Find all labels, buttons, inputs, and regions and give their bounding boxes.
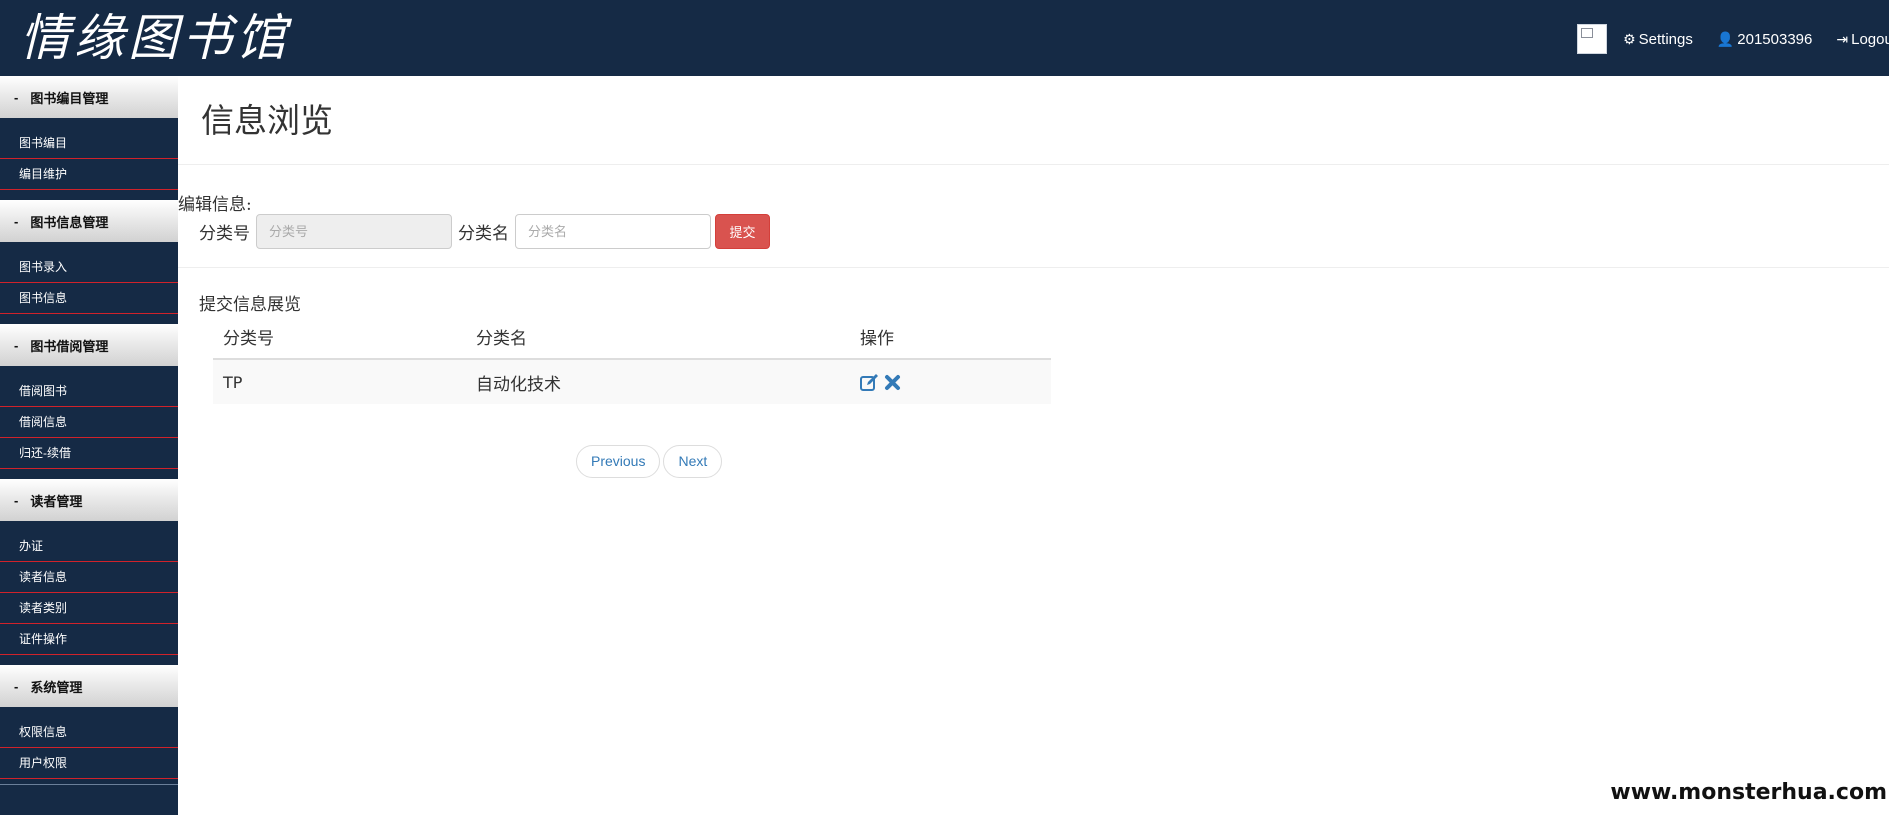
column-header-actions: 操作 xyxy=(850,314,1051,360)
code-input[interactable] xyxy=(256,213,452,249)
column-header-name: 分类名 xyxy=(466,314,850,360)
user-link[interactable]: 👤 201503396 xyxy=(1717,31,1813,48)
sidebar-item-reader-info[interactable]: 读者信息 xyxy=(0,562,178,593)
top-navbar: 情缘图书馆 ⚙ Settings 👤 201503396 ⇥ Logout xyxy=(0,0,1889,76)
sidebar-section-title: 读者管理 xyxy=(30,493,83,509)
sidebar-section-title: 图书信息管理 xyxy=(30,214,109,230)
sidebar-section-title: 系统管理 xyxy=(30,679,83,695)
sidebar: - 图书编目管理 图书编目 编目维护 - 图书信息管理 图书录入 图书信息 - … xyxy=(0,76,178,815)
user-label: 201503396 xyxy=(1737,30,1813,48)
sidebar-section-header[interactable]: - 系统管理 xyxy=(0,665,178,707)
sidebar-item-card-operation[interactable]: 证件操作 xyxy=(0,624,178,655)
edit-icon[interactable] xyxy=(860,373,879,392)
cell-code: TP xyxy=(213,359,466,404)
pagination: Previous Next xyxy=(576,445,725,478)
category-table: 分类号 分类名 操作 TP 自动化技术 xyxy=(213,314,1051,404)
sidebar-item-user-permission[interactable]: 用户权限 xyxy=(0,748,178,779)
gear-icon: ⚙ xyxy=(1623,30,1636,47)
logout-label: Logout xyxy=(1851,30,1889,48)
edit-section-label: 编辑信息: xyxy=(178,195,252,215)
collapse-icon: - xyxy=(14,89,19,105)
cell-actions xyxy=(850,359,1051,404)
sidebar-item-return-renew[interactable]: 归还-续借 xyxy=(0,438,178,469)
settings-label: Settings xyxy=(1638,30,1693,48)
table-header-row: 分类号 分类名 操作 xyxy=(213,314,1051,360)
sidebar-item-catalog-maintenance[interactable]: 编目维护 xyxy=(0,159,178,190)
main-content: 信息浏览 编辑信息: 分类号 分类名 提交 提交信息展览 分类号 分类名 操作 … xyxy=(178,76,1889,815)
top-right-nav: ⚙ Settings 👤 201503396 ⇥ Logout xyxy=(1577,24,1889,54)
collapse-icon: - xyxy=(14,492,19,508)
table-row: TP 自动化技术 xyxy=(213,359,1051,404)
name-label: 分类名 xyxy=(458,223,509,244)
column-header-code: 分类号 xyxy=(213,314,466,360)
sidebar-section-catalog: - 图书编目管理 图书编目 编目维护 xyxy=(0,76,178,200)
sidebar-section-header[interactable]: - 读者管理 xyxy=(0,479,178,521)
sidebar-item-permission-info[interactable]: 权限信息 xyxy=(0,717,178,748)
sidebar-item-issue-card[interactable]: 办证 xyxy=(0,531,178,562)
collapse-icon: - xyxy=(14,678,19,694)
avatar[interactable] xyxy=(1577,24,1608,54)
cell-name: 自动化技术 xyxy=(466,359,850,404)
sidebar-item-book-entry[interactable]: 图书录入 xyxy=(0,252,178,283)
watermark: www.monsterhua.com xyxy=(1610,780,1887,805)
name-input[interactable] xyxy=(515,213,711,249)
settings-link[interactable]: ⚙ Settings xyxy=(1623,31,1693,48)
sidebar-section-header[interactable]: - 图书信息管理 xyxy=(0,200,178,242)
code-label: 分类号 xyxy=(199,223,250,244)
sidebar-section-title: 图书编目管理 xyxy=(30,90,109,106)
sidebar-item-book-info[interactable]: 图书信息 xyxy=(0,283,178,314)
sidebar-section-title: 图书借阅管理 xyxy=(30,338,109,354)
sidebar-section-header[interactable]: - 图书借阅管理 xyxy=(0,324,178,366)
sidebar-section-header[interactable]: - 图书编目管理 xyxy=(0,76,178,118)
divider xyxy=(0,784,178,785)
delete-icon[interactable] xyxy=(884,374,901,391)
table-caption: 提交信息展览 xyxy=(199,295,301,315)
sidebar-section-book-info: - 图书信息管理 图书录入 图书信息 xyxy=(0,200,178,324)
sidebar-section-borrow: - 图书借阅管理 借阅图书 借阅信息 归还-续借 xyxy=(0,324,178,479)
sidebar-item-book-catalog[interactable]: 图书编目 xyxy=(0,128,178,159)
sidebar-section-system: - 系统管理 权限信息 用户权限 xyxy=(0,665,178,789)
user-icon: 👤 xyxy=(1716,30,1735,47)
site-logo[interactable]: 情缘图书馆 xyxy=(20,8,290,68)
sidebar-item-borrow-book[interactable]: 借阅图书 xyxy=(0,376,178,407)
collapse-icon: - xyxy=(14,337,19,353)
previous-button[interactable]: Previous xyxy=(576,445,661,478)
divider xyxy=(178,164,1889,165)
edit-form: 分类号 分类名 提交 xyxy=(199,213,770,249)
next-button[interactable]: Next xyxy=(663,445,723,478)
submit-button[interactable]: 提交 xyxy=(715,213,770,249)
logout-link[interactable]: ⇥ Logout xyxy=(1836,31,1889,48)
sidebar-item-borrow-info[interactable]: 借阅信息 xyxy=(0,407,178,438)
sidebar-section-reader: - 读者管理 办证 读者信息 读者类别 证件操作 xyxy=(0,479,178,665)
divider xyxy=(178,267,1889,268)
page-title: 信息浏览 xyxy=(201,101,333,140)
sidebar-item-reader-category[interactable]: 读者类别 xyxy=(0,593,178,624)
logout-icon: ⇥ xyxy=(1836,30,1849,47)
collapse-icon: - xyxy=(14,213,19,229)
